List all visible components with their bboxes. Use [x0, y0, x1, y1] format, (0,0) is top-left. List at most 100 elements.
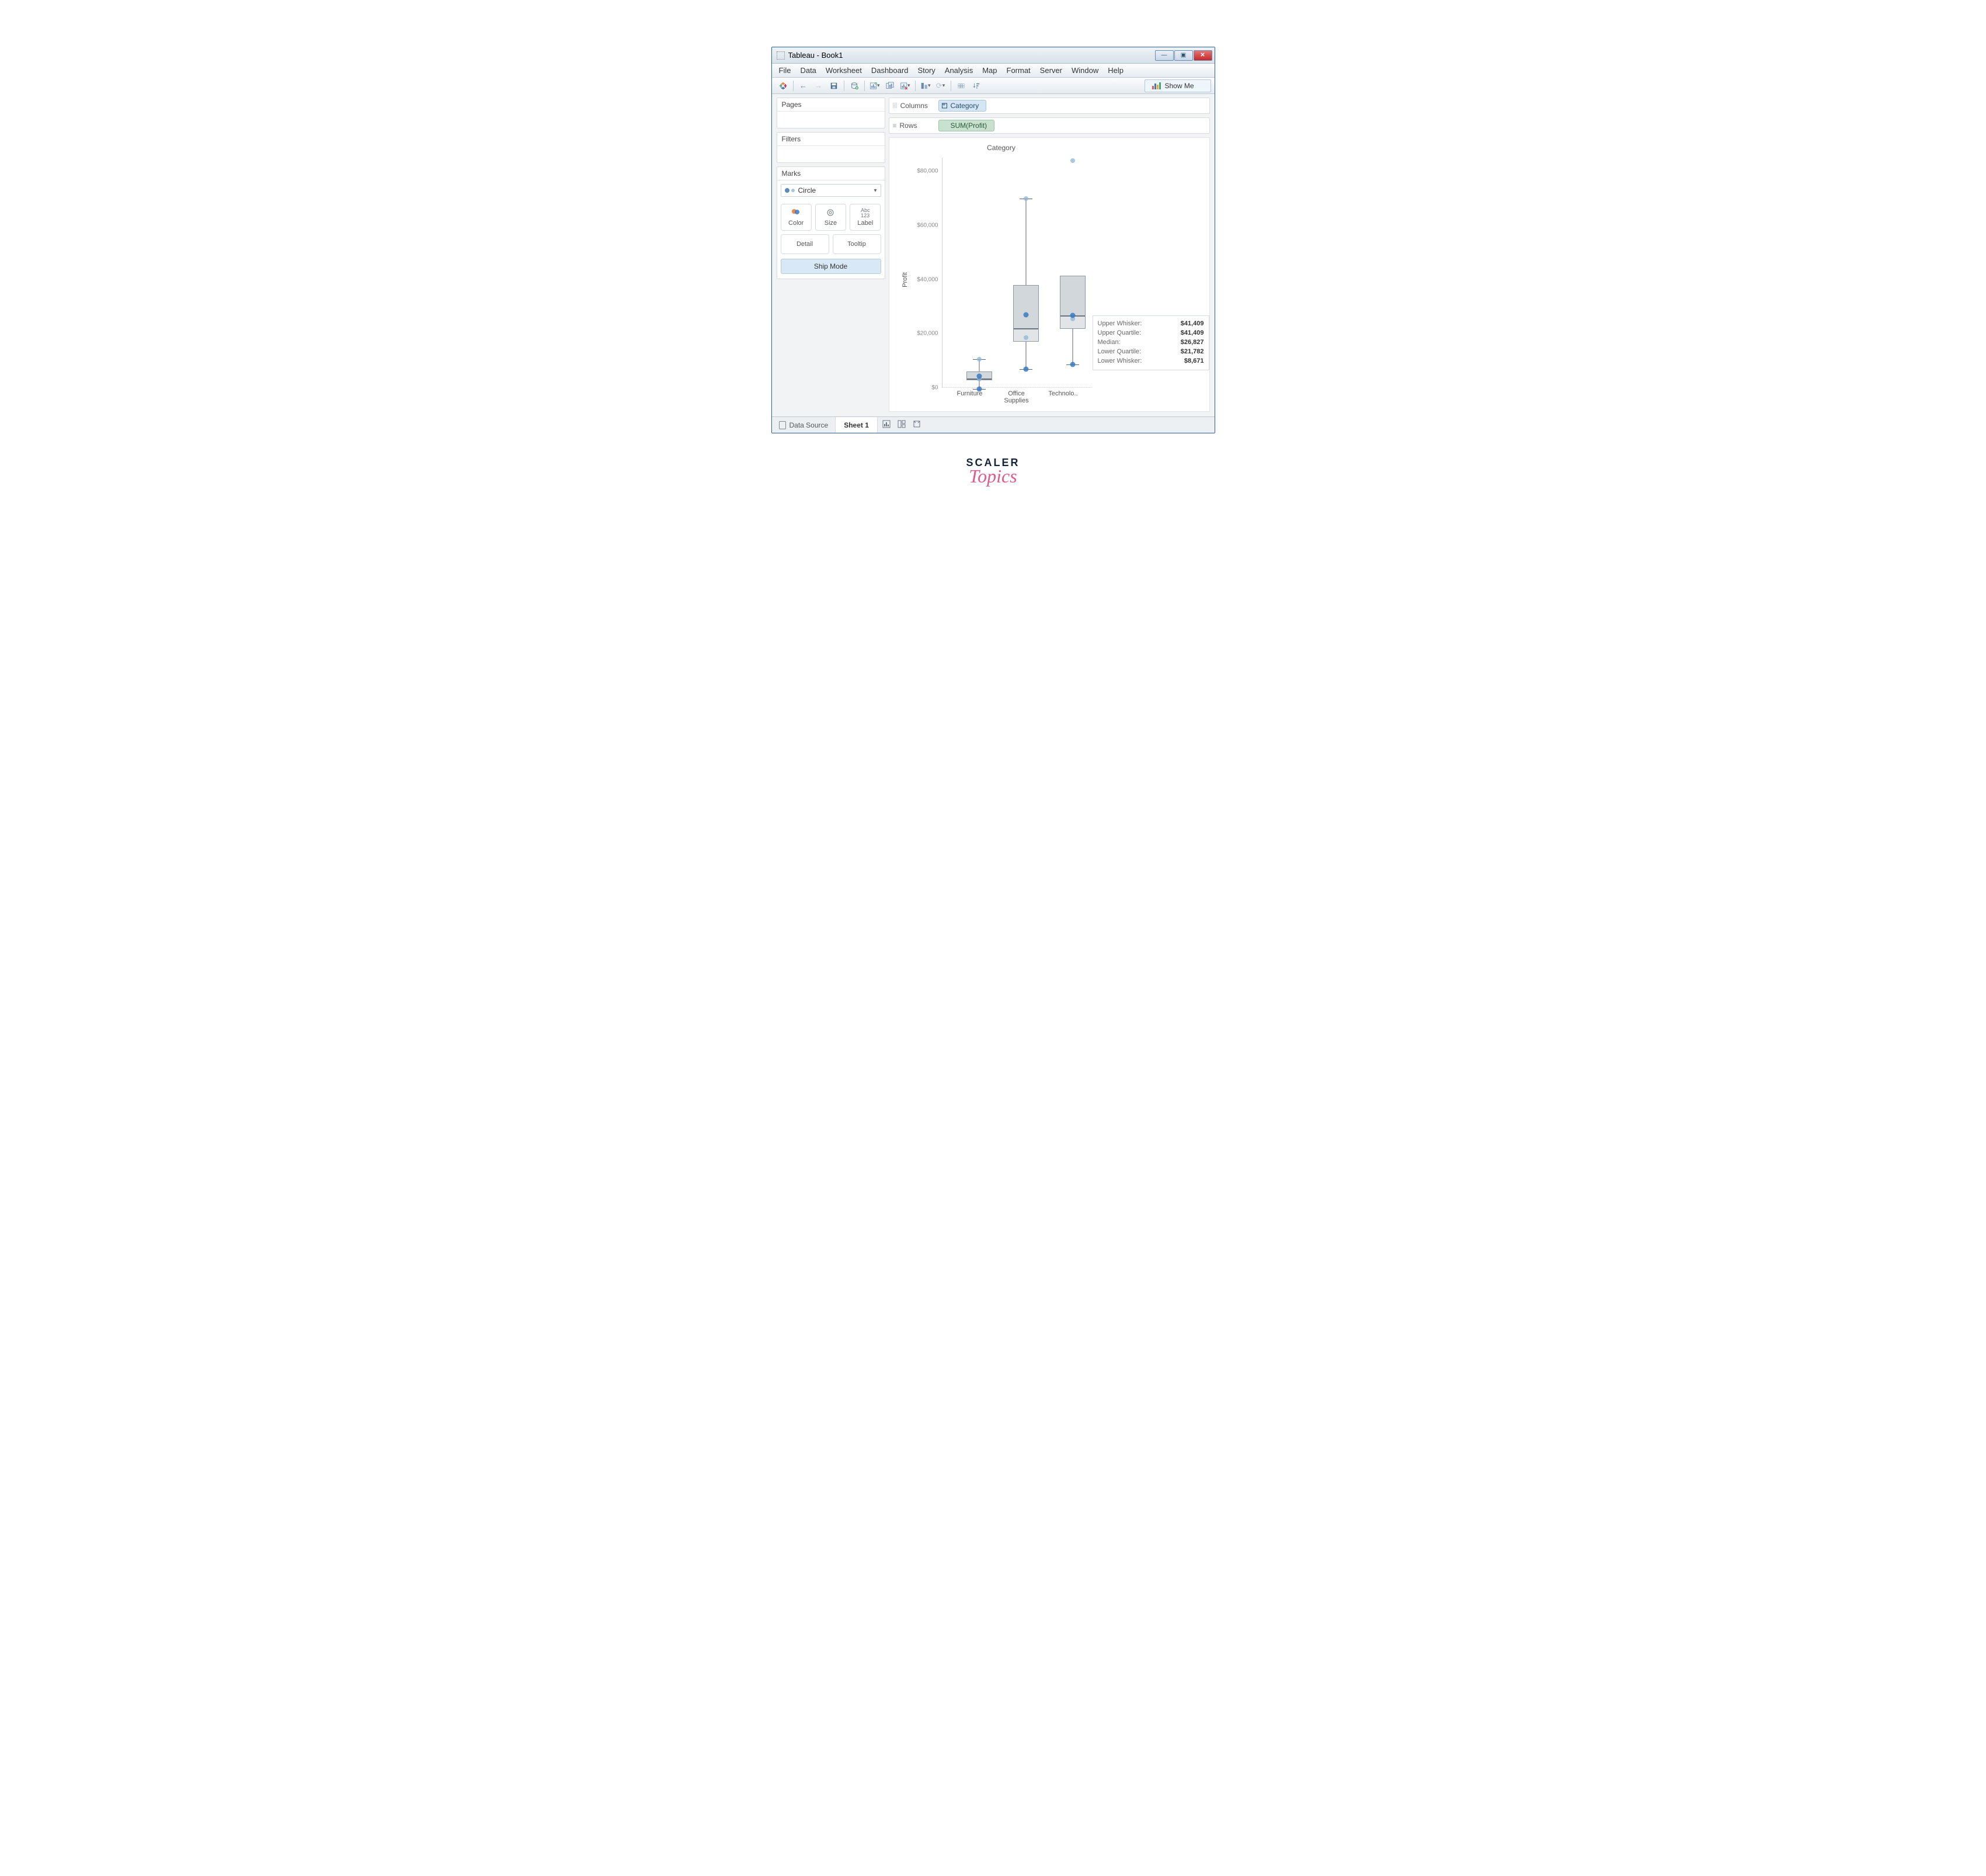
maximize-button[interactable]: ▣: [1174, 50, 1193, 61]
menu-analysis[interactable]: Analysis: [940, 65, 978, 76]
boxplot-column: [1006, 158, 1046, 387]
plot-region: [942, 158, 1091, 388]
y-axis-label: Profit: [901, 272, 908, 287]
viz-canvas[interactable]: Category Profit Upper Whisker:$41,409 Up…: [889, 137, 1210, 412]
filters-shelf[interactable]: Filters: [777, 132, 885, 163]
boxplot-tooltip: Upper Whisker:$41,409 Upper Quartile:$41…: [1093, 315, 1209, 370]
marks-type-label: Circle: [798, 186, 816, 194]
refresh-icon[interactable]: ⟳: [935, 81, 946, 91]
show-me-button[interactable]: Show Me: [1145, 79, 1211, 92]
chart-area: Profit Upper Whisker:$41,409 Upper Quart…: [896, 154, 1096, 405]
marks-color-button[interactable]: Color: [781, 204, 812, 231]
app-icon: [777, 51, 785, 60]
menu-window[interactable]: Window: [1067, 65, 1103, 76]
circle-icon: [785, 188, 789, 193]
pages-label: Pages: [777, 98, 885, 112]
x-category-label: OfficeSupplies: [996, 390, 1037, 404]
new-data-source-icon[interactable]: [849, 81, 860, 91]
menu-worksheet[interactable]: Worksheet: [821, 65, 867, 76]
marks-detail-button[interactable]: Detail: [781, 234, 829, 254]
boxplot-column: [1052, 158, 1093, 387]
toolbar-separator: [864, 81, 865, 91]
view-area: ⦙⦙⦙Columns Category ≡Rows SUM(Profit) Ca…: [889, 94, 1215, 416]
sheet1-tab[interactable]: Sheet 1: [836, 417, 878, 433]
y-tick-label: $0: [910, 385, 938, 391]
pages-shelf[interactable]: Pages: [777, 98, 885, 128]
data-source-tab[interactable]: Data Source: [772, 417, 836, 433]
new-worksheet-tab-icon[interactable]: [882, 420, 891, 430]
marks-tooltip-button[interactable]: Tooltip: [833, 234, 881, 254]
data-source-icon: [779, 421, 786, 429]
menu-help[interactable]: Help: [1103, 65, 1128, 76]
y-tick-label: $60,000: [910, 222, 938, 228]
x-category-label: Furniture: [949, 390, 990, 397]
x-category-label: Technolo..: [1043, 390, 1084, 397]
columns-label: Columns: [900, 102, 928, 110]
new-worksheet-icon[interactable]: [869, 81, 880, 91]
window-title: Tableau - Book1: [788, 51, 1154, 60]
back-icon[interactable]: ←: [798, 81, 809, 91]
label-icon: Abc123: [861, 208, 870, 218]
marks-type-dropdown[interactable]: Circle: [781, 184, 881, 197]
data-point[interactable]: [1070, 312, 1075, 318]
branding-line2: Topics: [108, 465, 1878, 487]
marks-label: Marks: [777, 167, 885, 180]
menubar: File Data Worksheet Dashboard Story Anal…: [772, 64, 1215, 78]
columns-pill-category[interactable]: Category: [938, 100, 987, 112]
new-dashboard-tab-icon[interactable]: [898, 420, 906, 430]
sheet-tabs-bar: Data Source Sheet 1: [772, 416, 1215, 433]
tableau-logo-icon[interactable]: [778, 81, 788, 91]
marks-label-button[interactable]: Abc123 Label: [850, 204, 881, 231]
size-icon: [826, 209, 835, 218]
circle-icon: [791, 189, 795, 192]
data-point[interactable]: [1023, 312, 1028, 317]
menu-server[interactable]: Server: [1035, 65, 1067, 76]
data-point[interactable]: [1024, 196, 1028, 201]
forward-icon[interactable]: →: [813, 81, 824, 91]
menu-map[interactable]: Map: [978, 65, 1001, 76]
save-icon[interactable]: [829, 81, 839, 91]
data-point[interactable]: [1070, 158, 1075, 163]
show-me-label: Show Me: [1164, 82, 1194, 90]
toolbar-separator: [793, 81, 794, 91]
swap-icon[interactable]: [920, 81, 931, 91]
columns-icon: ⦙⦙⦙: [893, 102, 898, 110]
marks-size-button[interactable]: Size: [815, 204, 846, 231]
titlebar: Tableau - Book1 — ▣ ✕: [772, 47, 1215, 64]
rows-icon: ≡: [893, 121, 897, 130]
branding-logo: SCALER Topics: [108, 457, 1878, 487]
chart-title: Category: [926, 144, 1077, 152]
menu-story[interactable]: Story: [913, 65, 940, 76]
rows-label: Rows: [900, 121, 917, 130]
sort-icon[interactable]: [971, 81, 982, 91]
menu-data[interactable]: Data: [795, 65, 820, 76]
rows-pill-sum-profit[interactable]: SUM(Profit): [938, 120, 995, 131]
data-point[interactable]: [1024, 335, 1028, 340]
color-icon: [791, 209, 801, 218]
app-window: Tableau - Book1 — ▣ ✕ File Data Workshee…: [771, 47, 1215, 433]
data-point[interactable]: [976, 373, 982, 378]
filters-label: Filters: [777, 133, 885, 146]
data-point[interactable]: [977, 357, 982, 362]
toolbar-separator: [915, 81, 916, 91]
menu-file[interactable]: File: [774, 65, 796, 76]
data-point[interactable]: [1070, 362, 1075, 367]
data-point[interactable]: [1023, 366, 1028, 371]
rows-shelf[interactable]: ≡Rows SUM(Profit): [889, 117, 1210, 134]
close-button[interactable]: ✕: [1194, 50, 1212, 61]
ship-mode-pill[interactable]: Ship Mode: [781, 259, 881, 274]
minimize-button[interactable]: —: [1155, 50, 1174, 61]
menu-dashboard[interactable]: Dashboard: [867, 65, 913, 76]
side-panel: Pages Filters Marks Circle: [772, 94, 889, 416]
y-tick-label: $40,000: [910, 276, 938, 283]
toolbar: ← → ⟳ Show Me: [772, 78, 1215, 94]
columns-shelf[interactable]: ⦙⦙⦙Columns Category: [889, 98, 1210, 114]
auto-update-icon[interactable]: [956, 81, 966, 91]
new-story-tab-icon[interactable]: [913, 420, 921, 430]
clear-sheet-icon[interactable]: [900, 81, 910, 91]
duplicate-sheet-icon[interactable]: [885, 81, 895, 91]
marks-card: Marks Circle Color: [777, 166, 885, 279]
menu-format[interactable]: Format: [1002, 65, 1035, 76]
y-tick-label: $20,000: [910, 331, 938, 337]
boxplot-column: [959, 158, 1000, 387]
